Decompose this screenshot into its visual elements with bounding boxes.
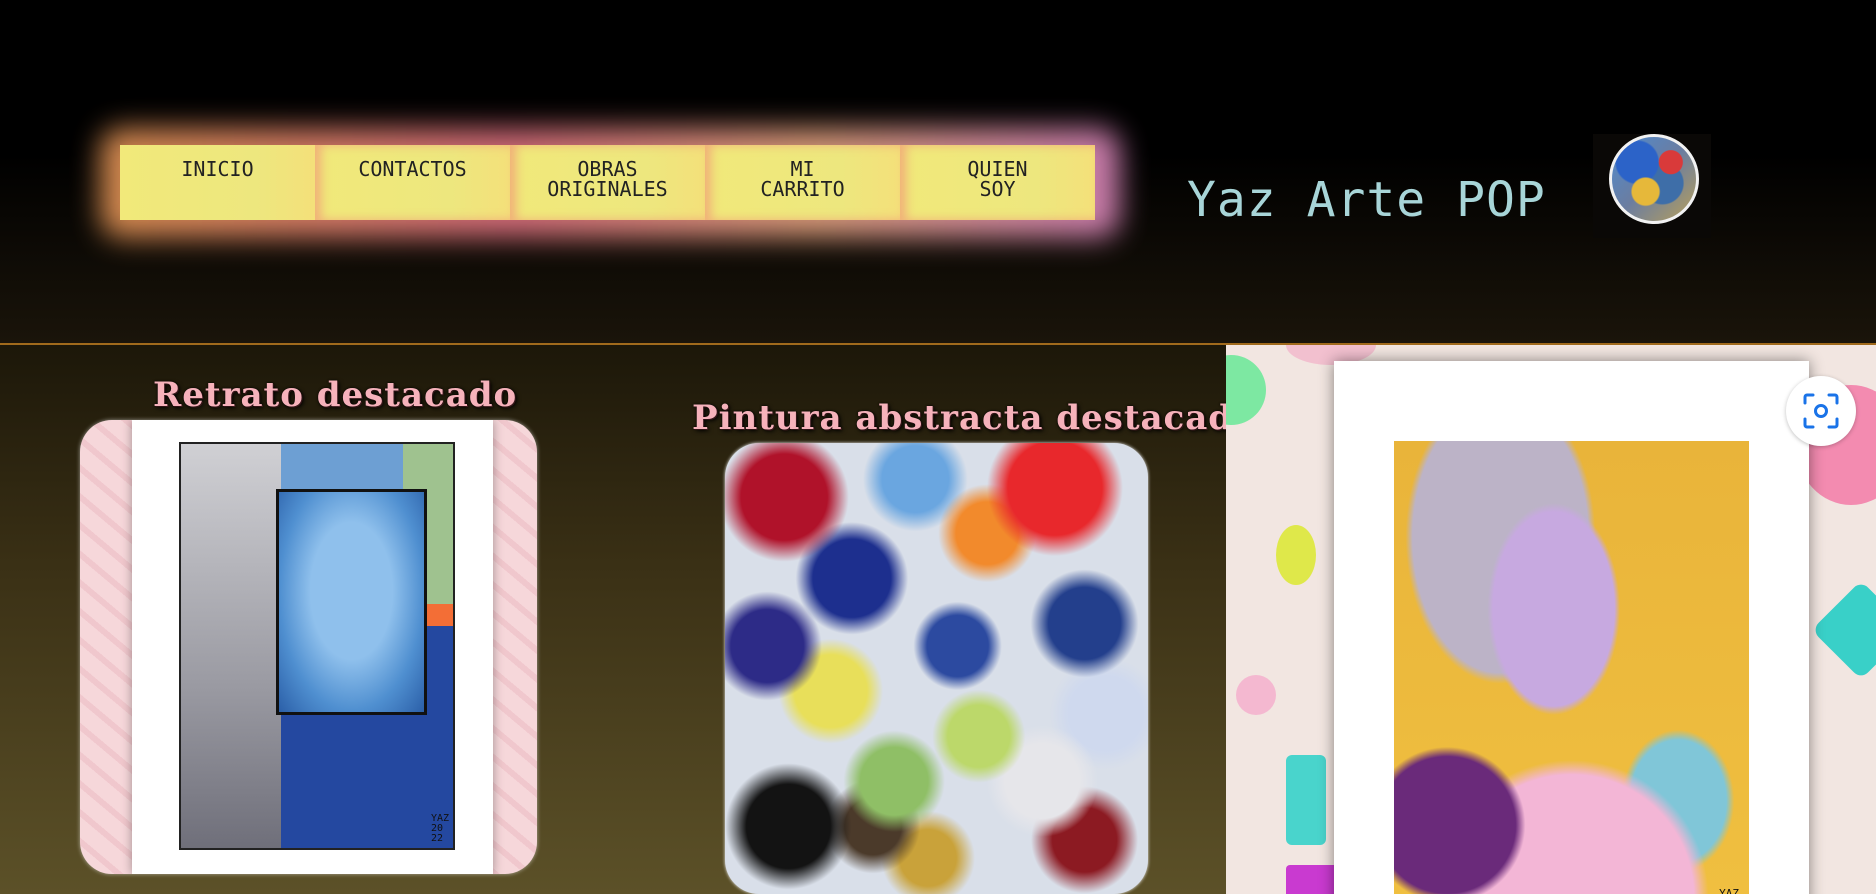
decor-circle — [1226, 355, 1266, 425]
lens-icon-glyph — [1803, 393, 1839, 429]
slide-signature: YAZ 20 22 — [1719, 887, 1739, 894]
abstract-title: Pintura abstracta destacada — [692, 398, 1257, 438]
site-header: INICIO CONTACTOS OBRAS ORIGINALES MI CAR… — [0, 0, 1876, 345]
main-nav: INICIO CONTACTOS OBRAS ORIGINALES MI CAR… — [120, 145, 1095, 220]
nav-inicio-button[interactable]: INICIO — [120, 145, 315, 220]
nav-contactos-button[interactable]: CONTACTOS — [315, 145, 510, 220]
slide-artwork: YAZ 20 22 — [1394, 441, 1749, 894]
portrait-paper: YAZ 20 22 — [132, 420, 493, 874]
decor-shape — [1286, 755, 1326, 845]
decor-circle — [1276, 525, 1316, 585]
decor-circle — [1236, 675, 1276, 715]
decor-shape — [1811, 580, 1876, 680]
nav-obras-originales-button[interactable]: OBRAS ORIGINALES — [510, 145, 705, 220]
portrait-signature: YAZ 20 22 — [430, 813, 449, 844]
featured-portrait-image[interactable]: YAZ 20 22 — [80, 420, 537, 874]
lens-icon[interactable] — [1786, 376, 1856, 446]
avatar[interactable] — [1609, 134, 1699, 224]
nav-quien-soy-button[interactable]: QUIEN SOY — [900, 145, 1095, 220]
slide-frame: YAZ 20 22 — [1334, 361, 1809, 894]
portrait-face — [276, 489, 427, 715]
avatar-container[interactable] — [1593, 134, 1711, 238]
featured-abstract-image[interactable] — [725, 443, 1148, 894]
artwork-slideshow[interactable]: YAZ 20 22 — [1226, 345, 1876, 894]
portrait-hair — [181, 444, 281, 848]
site-title: Yaz Arte POP — [1187, 172, 1546, 228]
portrait-artwork: YAZ 20 22 — [179, 442, 455, 850]
portrait-title: Retrato destacado — [153, 375, 518, 415]
nav-mi-carrito-button[interactable]: MI CARRITO — [705, 145, 900, 220]
featured-section: Retrato destacado YAZ 20 22 Pintura abst… — [0, 345, 1876, 894]
